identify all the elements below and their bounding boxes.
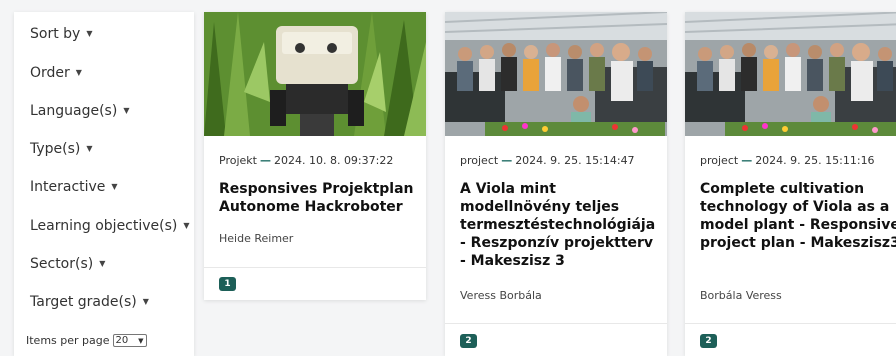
project-card[interactable]: project —2024. 9. 25. 15:14:47 A Viola mi… <box>445 12 667 356</box>
learning-objective-dropdown[interactable]: Learning objective(s) ▼ <box>30 218 190 234</box>
caret-down-icon: ▼ <box>123 106 130 115</box>
card-divider <box>685 323 896 324</box>
project-card[interactable]: project —2024. 9. 25. 15:11:16 Complete c… <box>685 12 896 356</box>
card-author: Heide Reimer <box>219 232 294 245</box>
order-dropdown[interactable]: Order ▼ <box>30 65 82 81</box>
card-type: Projekt <box>219 154 257 167</box>
card-title[interactable]: Responsives Projektplan Autonome Hackrob… <box>219 180 419 216</box>
caret-down-icon: ▼ <box>86 144 93 153</box>
sort-by-label: Sort by <box>30 26 81 42</box>
card-author: Veress Borbála <box>460 289 542 302</box>
learning-objective-label: Learning objective(s) <box>30 218 178 234</box>
card-type: project <box>460 154 499 167</box>
sort-by-dropdown[interactable]: Sort by ▼ <box>30 26 92 42</box>
card-date: 2024. 9. 25. 15:14:47 <box>515 154 635 167</box>
chevron-down-icon: ▼ <box>138 336 144 345</box>
type-dropdown[interactable]: Type(s) ▼ <box>30 141 93 157</box>
order-label: Order <box>30 65 70 81</box>
caret-down-icon: ▼ <box>99 259 106 268</box>
card-date: 2024. 9. 25. 15:11:16 <box>755 154 875 167</box>
items-per-page: Items per page 20 ▼ <box>26 334 147 347</box>
target-grade-dropdown[interactable]: Target grade(s) ▼ <box>30 294 149 310</box>
card-meta: project —2024. 9. 25. 15:14:47 <box>460 154 635 167</box>
card-meta: Projekt —2024. 10. 8. 09:37:22 <box>219 154 393 167</box>
items-per-page-value: 20 <box>115 334 129 346</box>
card-image[interactable] <box>445 12 667 136</box>
filter-sidebar: Sort by ▼ Order ▼ Language(s) ▼ Type(s) ▼ In… <box>14 12 194 356</box>
card-title[interactable]: A Viola mint modellnövény teljes termesz… <box>460 180 660 270</box>
target-grade-label: Target grade(s) <box>30 294 137 310</box>
sector-dropdown[interactable]: Sector(s) ▼ <box>30 256 105 272</box>
dash-separator: — <box>741 154 753 167</box>
items-per-page-select[interactable]: 20 ▼ <box>112 334 147 347</box>
card-divider <box>445 323 667 324</box>
interactive-label: Interactive <box>30 179 106 195</box>
card-count-badge: 2 <box>700 334 717 348</box>
card-count-badge: 1 <box>219 277 236 291</box>
dash-separator: — <box>501 154 513 167</box>
caret-down-icon: ▼ <box>142 297 149 306</box>
card-type: project <box>700 154 739 167</box>
dash-separator: — <box>259 154 271 167</box>
card-meta: project —2024. 9. 25. 15:11:16 <box>700 154 875 167</box>
type-label: Type(s) <box>30 141 81 157</box>
card-divider <box>204 267 426 268</box>
items-per-page-label: Items per page <box>26 334 110 347</box>
language-dropdown[interactable]: Language(s) ▼ <box>30 103 129 119</box>
card-image[interactable] <box>685 12 896 136</box>
caret-down-icon: ▼ <box>111 182 118 191</box>
caret-down-icon: ▼ <box>75 68 82 77</box>
caret-down-icon: ▼ <box>183 221 190 230</box>
interactive-dropdown[interactable]: Interactive ▼ <box>30 179 118 195</box>
card-image[interactable] <box>204 12 426 136</box>
card-count-badge: 2 <box>460 334 477 348</box>
caret-down-icon: ▼ <box>86 29 93 38</box>
card-title[interactable]: Complete cultivation technology of Viola… <box>700 180 896 252</box>
language-label: Language(s) <box>30 103 118 119</box>
sector-label: Sector(s) <box>30 256 94 272</box>
card-date: 2024. 10. 8. 09:37:22 <box>273 154 394 167</box>
project-card[interactable]: Projekt —2024. 10. 8. 09:37:22 Responsive… <box>204 12 426 300</box>
card-author: Borbála Veress <box>700 289 782 302</box>
